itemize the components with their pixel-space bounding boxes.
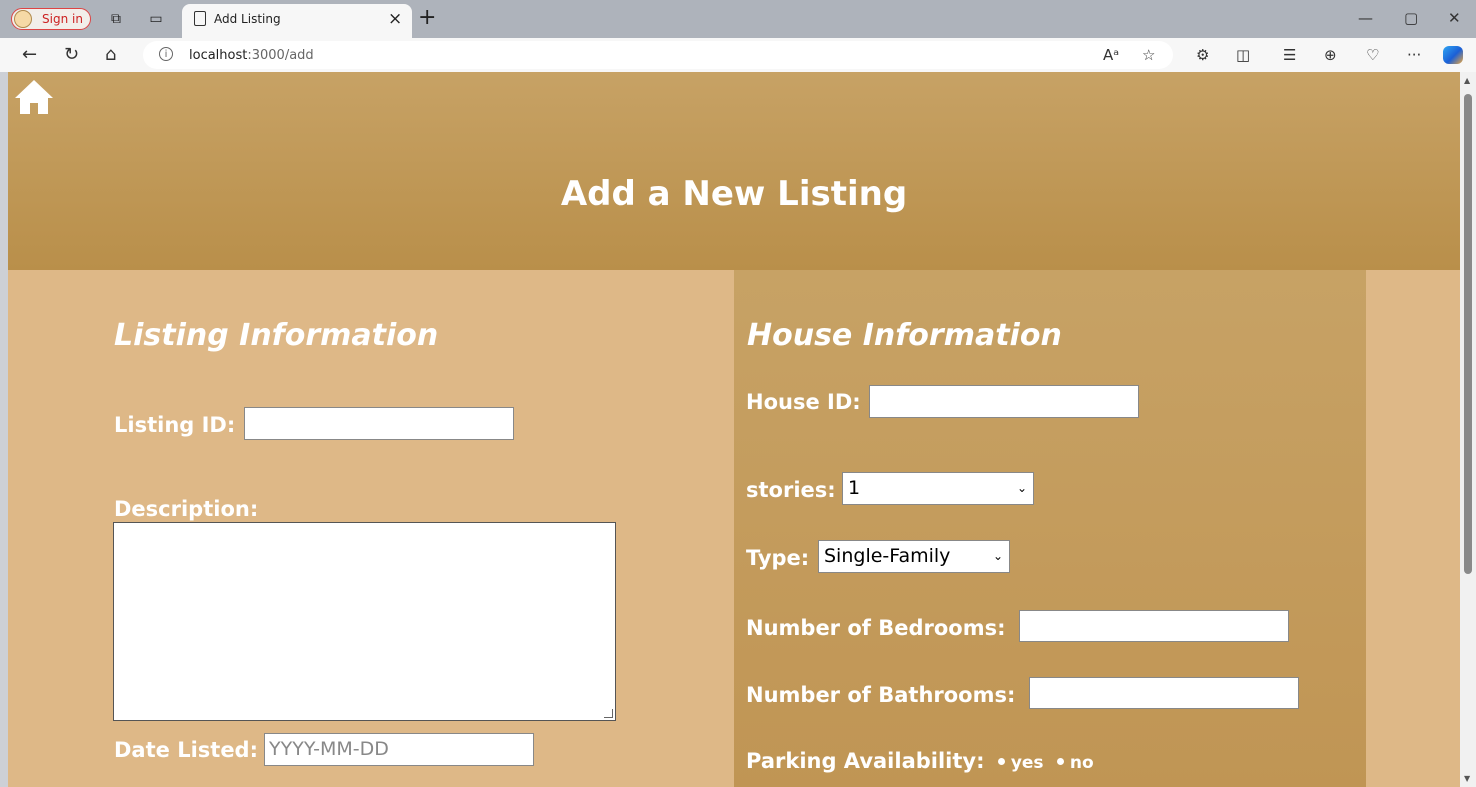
minimize-button[interactable]: — — [1358, 9, 1373, 27]
chevron-down-icon: ⌄ — [992, 549, 1003, 563]
scrollbar-thumb[interactable] — [1464, 94, 1472, 574]
workspaces-icon[interactable]: ⧉ — [106, 9, 126, 29]
read-aloud-icon[interactable]: A͏ᵃ — [1103, 46, 1119, 64]
listing-section-title: Listing Information — [114, 318, 439, 353]
parking-label: Parking Availability: — [746, 749, 985, 773]
page-scrollbar[interactable]: ▲ ▼ — [1460, 72, 1476, 787]
refresh-icon[interactable]: ↻ — [64, 44, 79, 65]
tab-title: Add Listing — [214, 12, 281, 26]
bathrooms-label: Number of Bathrooms: — [746, 683, 1016, 707]
site-info-icon[interactable]: i — [159, 47, 173, 61]
tab-add-listing[interactable]: Add Listing × — [182, 4, 412, 38]
back-arrow-icon[interactable]: ← — [22, 44, 37, 65]
date-listed-label: Date Listed: — [114, 738, 258, 762]
parking-availability-row: Parking Availability: yes no — [746, 749, 1094, 773]
scroll-up-arrow-icon[interactable]: ▲ — [1464, 76, 1470, 85]
stories-label: stories: — [746, 478, 836, 502]
new-tab-button[interactable]: + — [418, 5, 436, 30]
home-button-icon[interactable]: ⌂ — [105, 44, 116, 65]
home-icon[interactable] — [14, 78, 54, 116]
browser-tabstrip: Sign in ⧉ ▭ Add Listing × + — ▢ ✕ — [0, 0, 1476, 38]
type-select[interactable]: Single-Family ⌄ — [818, 540, 1010, 573]
bathrooms-input[interactable] — [1029, 677, 1299, 709]
chevron-down-icon: ⌄ — [1016, 481, 1027, 495]
date-listed-input[interactable]: YYYY-MM-DD — [264, 733, 534, 766]
stories-select[interactable]: 1 ⌄ — [842, 472, 1034, 505]
page-icon — [194, 11, 206, 26]
favorite-star-icon[interactable]: ☆ — [1142, 46, 1155, 64]
scroll-down-arrow-icon[interactable]: ▼ — [1464, 774, 1470, 783]
house-id-input[interactable] — [869, 385, 1139, 418]
address-bar[interactable]: i localhost:3000/add — [143, 41, 1173, 69]
resize-grip-icon[interactable] — [604, 709, 613, 718]
house-section-title: House Information — [747, 318, 1062, 353]
house-id-label: House ID: — [746, 390, 861, 414]
split-screen-icon[interactable]: ◫ — [1236, 46, 1250, 64]
description-textarea[interactable] — [113, 522, 616, 721]
listing-id-input[interactable] — [244, 407, 514, 440]
restore-button[interactable]: ▢ — [1404, 9, 1418, 27]
browser-toolbar: ← ↻ ⌂ i localhost:3000/add A͏ᵃ ☆ ⚙ ◫ ☰ ⊕… — [0, 38, 1476, 72]
listing-id-label: Listing ID: — [114, 413, 236, 437]
page-header: Add a New Listing — [8, 72, 1460, 270]
extensions-icon[interactable]: ⚙ — [1196, 46, 1209, 64]
favorites-icon[interactable]: ☰ — [1283, 46, 1296, 64]
tab-actions-icon[interactable]: ▭ — [146, 9, 166, 29]
type-selected-value: Single-Family — [824, 545, 951, 567]
description-label: Description: — [114, 497, 259, 521]
page-title: Add a New Listing — [560, 174, 908, 214]
parking-no-label: no — [1069, 753, 1094, 773]
more-icon[interactable]: ··· — [1407, 46, 1421, 64]
stories-selected-value: 1 — [848, 477, 861, 499]
browser-essentials-icon[interactable]: ♡ — [1366, 46, 1379, 64]
type-label: Type: — [746, 546, 810, 570]
parking-yes-radio[interactable] — [997, 757, 1005, 765]
house-info-panel: House Information House ID: stories: 1 ⌄… — [734, 270, 1366, 787]
tab-close-icon[interactable]: × — [388, 9, 402, 29]
close-window-button[interactable]: ✕ — [1448, 9, 1461, 27]
sign-in-button[interactable]: Sign in — [11, 8, 91, 30]
parking-yes-label: yes — [1010, 753, 1044, 773]
bedrooms-input[interactable] — [1019, 610, 1289, 642]
bedrooms-label: Number of Bedrooms: — [746, 616, 1006, 640]
profile-avatar-icon — [14, 10, 32, 28]
url-text[interactable]: localhost:3000/add — [189, 48, 314, 63]
parking-no-radio[interactable] — [1056, 757, 1064, 765]
copilot-icon[interactable] — [1443, 46, 1463, 64]
collections-icon[interactable]: ⊕ — [1324, 46, 1337, 64]
page-viewport: Add a New Listing Listing Information Li… — [8, 72, 1460, 787]
sign-in-label: Sign in — [42, 12, 83, 26]
